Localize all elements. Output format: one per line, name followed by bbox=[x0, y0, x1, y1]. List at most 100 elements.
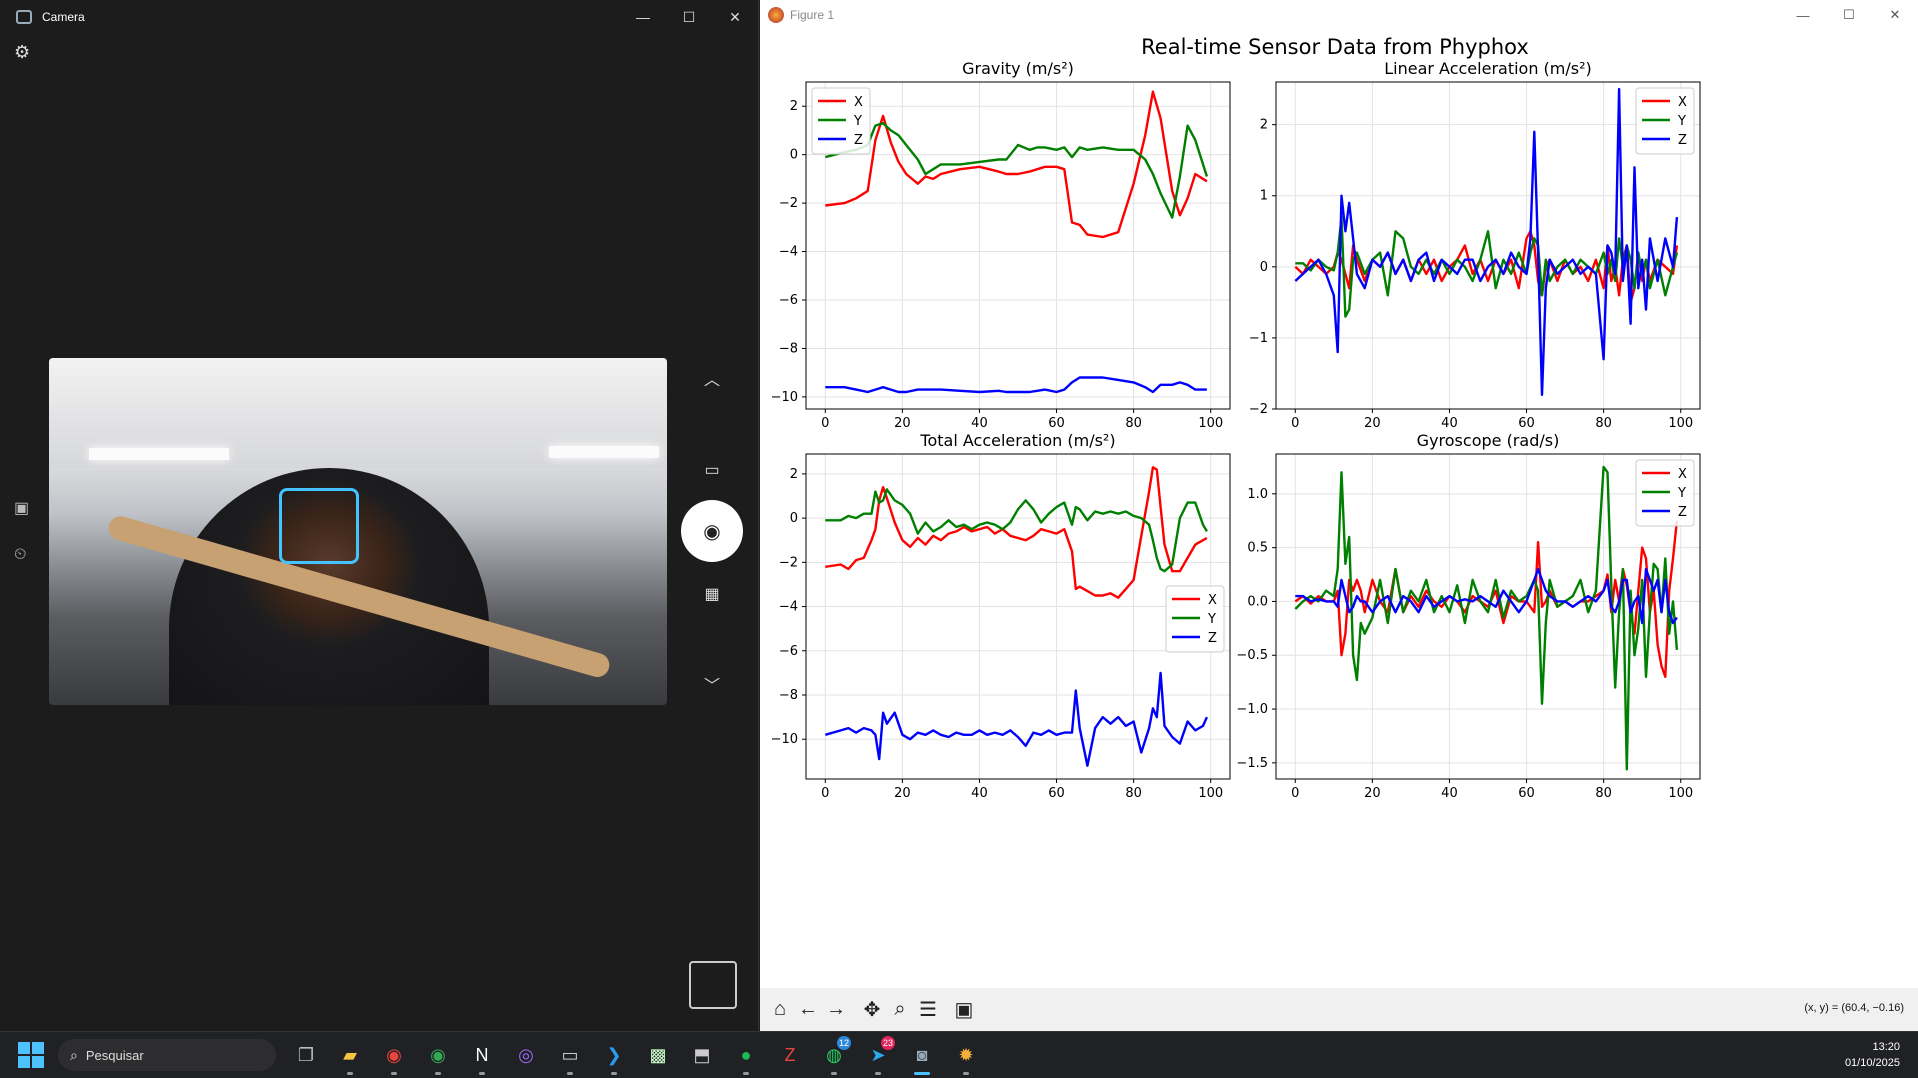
gyroscope-xtick-label: 60 bbox=[1518, 786, 1535, 801]
tor-icon[interactable]: ◎ bbox=[504, 1033, 548, 1077]
total-acceleration-ytick-label: −4 bbox=[779, 600, 798, 615]
linear-acceleration-xtick-label: 20 bbox=[1364, 416, 1381, 431]
gravity-xtick-label: 60 bbox=[1048, 416, 1065, 431]
close-button[interactable]: ✕ bbox=[1872, 0, 1918, 30]
cursor-coordinates: (x, y) = (60.4, −0.16) bbox=[1804, 1002, 1904, 1014]
maximize-button[interactable]: ☐ bbox=[1826, 0, 1872, 30]
total-acceleration-xtick-label: 0 bbox=[821, 786, 829, 801]
configure-subplots-icon[interactable]: ☰ bbox=[914, 996, 942, 1024]
gyroscope-ytick-label: 1.0 bbox=[1247, 487, 1268, 502]
python-figure-icon[interactable]: ✹ bbox=[944, 1033, 988, 1077]
file-explorer-icon[interactable]: ▰ bbox=[328, 1033, 372, 1077]
terminal-icon[interactable]: ▭ bbox=[548, 1033, 592, 1077]
gravity-xtick-label: 20 bbox=[894, 416, 911, 431]
app-icon[interactable]: ⬒ bbox=[680, 1033, 724, 1077]
gravity-ytick-label: −8 bbox=[779, 341, 798, 356]
total-acceleration-ytick-label: −2 bbox=[779, 555, 798, 570]
gyroscope-xtick-label: 40 bbox=[1441, 786, 1458, 801]
home-icon[interactable]: ⌂ bbox=[766, 996, 794, 1024]
gyroscope-ytick-label: −1.0 bbox=[1236, 702, 1268, 717]
linear-acceleration-xtick-label: 60 bbox=[1518, 416, 1535, 431]
figure-titlebar: Figure 1 — ☐ ✕ bbox=[760, 0, 1918, 30]
zotero-icon[interactable]: Z bbox=[768, 1033, 812, 1077]
camera-window-title: Camera bbox=[42, 10, 85, 24]
save-icon[interactable]: ▣ bbox=[950, 996, 978, 1024]
gyroscope-ytick-label: 0.5 bbox=[1247, 541, 1268, 556]
task-view-icon[interactable]: ❐ bbox=[284, 1033, 328, 1077]
gravity-ytick-label: −4 bbox=[779, 245, 798, 260]
gravity-ytick-label: −2 bbox=[779, 196, 798, 211]
linear-acceleration-ytick-label: 0 bbox=[1260, 260, 1268, 275]
taskbar-search[interactable]: ⌕ Pesquisar bbox=[58, 1039, 276, 1071]
chevron-down-icon[interactable]: ﹀ bbox=[680, 672, 744, 696]
minimize-button[interactable]: — bbox=[1780, 0, 1826, 30]
gyroscope-xtick-label: 20 bbox=[1364, 786, 1381, 801]
minimize-button[interactable]: — bbox=[620, 0, 666, 34]
gravity-ytick-label: −6 bbox=[779, 293, 798, 308]
gravity-legend-label: Y bbox=[853, 114, 862, 129]
app-icon[interactable]: ▩ bbox=[636, 1033, 680, 1077]
total-acceleration-xtick-label: 60 bbox=[1048, 786, 1065, 801]
gyroscope-xtick-label: 80 bbox=[1595, 786, 1612, 801]
camera-icon: ◉ bbox=[703, 520, 721, 543]
system-clock[interactable]: 13:20 01/10/2025 bbox=[1845, 1039, 1900, 1071]
camera-taskbar-icon[interactable]: ◙ bbox=[900, 1033, 944, 1077]
vscode-icon[interactable]: ❯ bbox=[592, 1033, 636, 1077]
close-button[interactable]: ✕ bbox=[712, 0, 758, 34]
total-acceleration-ytick-label: −6 bbox=[779, 644, 798, 659]
gyroscope-legend-label: Z bbox=[1678, 505, 1687, 520]
gear-icon[interactable]: ⚙ bbox=[14, 42, 30, 63]
gyroscope-ytick-label: −0.5 bbox=[1236, 648, 1268, 663]
gravity-legend-label: X bbox=[854, 95, 863, 110]
linear-acceleration-legend-label: Y bbox=[1677, 114, 1686, 129]
pan-icon[interactable]: ✥ bbox=[858, 996, 886, 1024]
last-capture-thumbnail[interactable] bbox=[689, 961, 737, 1009]
video-mode-icon[interactable]: ▭ bbox=[680, 458, 744, 482]
chrome-icon[interactable]: ◉ bbox=[372, 1033, 416, 1077]
linear-acceleration-xtick-label: 0 bbox=[1291, 416, 1299, 431]
total-acceleration-title: Total Acceleration (m/s²) bbox=[919, 431, 1115, 450]
gyroscope-ytick-label: 0.0 bbox=[1247, 594, 1268, 609]
gravity-ytick-label: −10 bbox=[771, 390, 798, 405]
figure-window-title: Figure 1 bbox=[790, 8, 835, 22]
figure-canvas[interactable]: Real-time Sensor Data from Phyphox 0 20 40 6… bbox=[760, 30, 1918, 988]
forward-arrow-icon[interactable]: → bbox=[822, 996, 850, 1024]
whatsapp-badge: 12 bbox=[836, 1036, 851, 1050]
total-acceleration-xtick-label: 100 bbox=[1198, 786, 1223, 801]
figure-suptitle: Real-time Sensor Data from Phyphox bbox=[1141, 35, 1529, 59]
total-acceleration-series-x bbox=[825, 466, 1208, 599]
chevron-up-icon[interactable]: ︿ bbox=[680, 366, 744, 390]
maximize-button[interactable]: ☐ bbox=[666, 0, 712, 34]
photo-capture-button[interactable]: ◉ bbox=[681, 500, 743, 562]
qr-code-icon[interactable]: ▦ bbox=[680, 582, 744, 606]
linear-acceleration-ytick-label: −2 bbox=[1249, 402, 1268, 417]
matplotlib-toolbar: ⌂ ← → ✥ ⌕ ☰ ▣ (x, y) = (60.4, −0.16) bbox=[760, 988, 1918, 1031]
notion-icon[interactable]: N bbox=[460, 1033, 504, 1077]
gravity-xtick-label: 80 bbox=[1125, 416, 1142, 431]
total-acceleration-ytick-label: −8 bbox=[779, 688, 798, 703]
matplotlib-icon bbox=[768, 7, 784, 23]
total-acceleration-legend-label: X bbox=[1208, 593, 1217, 608]
timer-off-icon[interactable]: ⏲ bbox=[14, 546, 26, 564]
gravity-title: Gravity (m/s²) bbox=[962, 59, 1074, 78]
start-button[interactable] bbox=[18, 1042, 44, 1068]
telegram-icon[interactable]: ➤ 23 bbox=[856, 1033, 900, 1077]
linear-acceleration-legend-label: X bbox=[1678, 95, 1687, 110]
total-acceleration-xtick-label: 40 bbox=[971, 786, 988, 801]
linear-acceleration-xtick-label: 40 bbox=[1441, 416, 1458, 431]
hdr-off-icon[interactable]: ▣ bbox=[14, 498, 29, 518]
total-acceleration-legend-label: Y bbox=[1207, 612, 1216, 627]
total-acceleration-xtick-label: 20 bbox=[894, 786, 911, 801]
linear-acceleration-xtick-label: 80 bbox=[1595, 416, 1612, 431]
zoom-icon[interactable]: ⌕ bbox=[886, 996, 914, 1024]
whatsapp-icon[interactable]: ◍ 12 bbox=[812, 1033, 856, 1077]
total-acceleration-series-y bbox=[825, 488, 1208, 573]
ceiling-light bbox=[549, 446, 659, 458]
spotify-icon[interactable]: ● bbox=[724, 1033, 768, 1077]
back-arrow-icon[interactable]: ← bbox=[794, 996, 822, 1024]
telegram-badge: 23 bbox=[880, 1036, 895, 1050]
camera-app-icon bbox=[16, 10, 32, 24]
clock-date: 01/10/2025 bbox=[1844, 1057, 1900, 1069]
chrome-profile-icon[interactable]: ◉ bbox=[416, 1033, 460, 1077]
search-placeholder: Pesquisar bbox=[85, 1047, 144, 1063]
